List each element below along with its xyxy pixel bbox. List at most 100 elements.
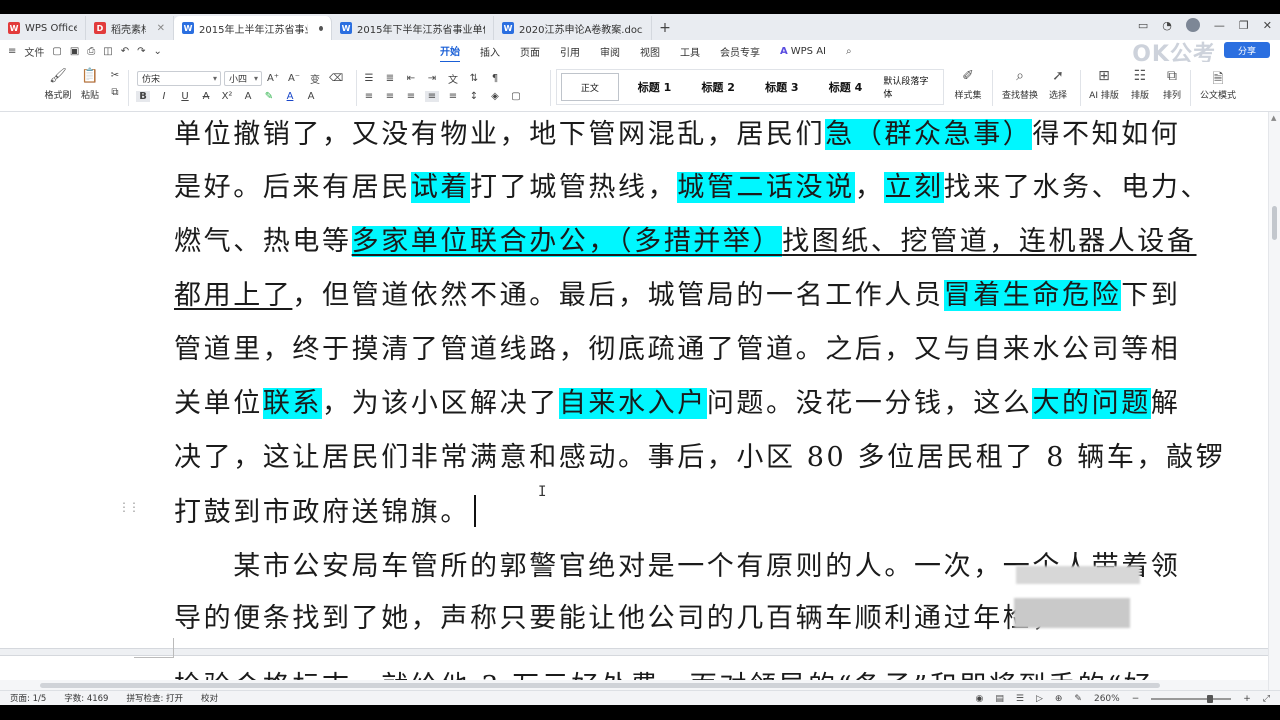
superscript-icon[interactable]: X² [220,91,234,102]
paragraph-drag-handle[interactable]: ⋮⋮ [118,500,140,514]
ribbon-tab[interactable]: 会员专享 [720,41,760,62]
ribbon-tab[interactable]: 工具 [680,41,700,62]
highlight-icon[interactable]: ✎ [262,91,276,102]
ribbon-tab[interactable]: 视图 [640,41,660,62]
strikethrough-icon[interactable]: A [199,91,213,102]
undo-icon[interactable]: ↶ [121,46,129,57]
zoom-value[interactable]: 260% [1094,694,1120,704]
align-center-icon[interactable]: ≡ [383,91,397,102]
maximize-icon[interactable]: ❐ [1239,19,1249,32]
find-replace-button[interactable]: ⌕ 查找替换 [1000,68,1040,101]
redo-icon[interactable]: ↷ [137,46,145,57]
search-icon[interactable]: ⌕ [846,46,852,57]
sort-icon[interactable]: ⇅ [467,73,481,84]
bold-icon[interactable]: B [136,91,150,102]
shrink-font-icon[interactable]: A⁻ [287,73,301,84]
decrease-indent-icon[interactable]: ⇤ [404,73,418,84]
ribbon-tab[interactable]: 开始 [440,40,460,63]
share-button[interactable]: 分享 [1224,42,1270,58]
print-icon[interactable]: ⎙ [87,46,95,57]
ribbon-tab[interactable]: 引用 [560,41,580,62]
phonetic-icon[interactable]: 变 [308,71,322,86]
clear-format-icon[interactable]: ⌫ [329,73,343,84]
avatar[interactable] [1185,18,1200,32]
new-tab-icon[interactable]: + [652,16,678,40]
justify-icon[interactable]: ≡ [425,91,439,102]
paste-button[interactable]: 📋 粘贴 [72,68,108,101]
style-option[interactable]: 标题 2 [686,73,750,101]
customize-icon[interactable]: ⌄ [154,46,162,57]
horizontal-scrollbar[interactable] [0,680,1268,690]
wps-ai-tab[interactable]: A WPS AI [780,46,826,57]
font-name-select[interactable]: 仿宋 ▾ [137,71,221,86]
ribbon-tab[interactable]: 审阅 [600,41,620,62]
scroll-up-icon[interactable]: ▲ [1271,114,1276,122]
format-painter-button[interactable]: 🖌 格式刷 [40,68,76,101]
close-icon[interactable]: ✕ [1263,19,1272,32]
font-size-select[interactable]: 小四 ▾ [224,71,262,86]
web-view-icon[interactable]: ⊕ [1055,694,1063,704]
scroll-thumb[interactable] [40,683,1160,688]
cut-icon[interactable]: ✂ [108,70,122,81]
char-border-icon[interactable]: A [304,91,318,102]
bullets-icon[interactable]: ☰ [362,73,376,84]
select-button[interactable]: ➚ 选择 [1040,68,1076,101]
vertical-scrollbar[interactable]: ▲ [1268,112,1280,690]
align-left-icon[interactable]: ≡ [362,91,376,102]
distributed-icon[interactable]: ≡ [446,91,460,102]
zoom-slider[interactable] [1151,694,1232,703]
style-set-button[interactable]: ✐ 样式集 [950,68,986,101]
line-spacing-icon[interactable]: ↕ [467,91,481,102]
menu-icon[interactable]: ≡ [8,46,16,57]
pen-icon[interactable]: ✎ [1074,694,1082,704]
style-option[interactable]: 标题 1 [623,73,687,101]
increase-indent-icon[interactable]: ⇥ [425,73,439,84]
tab-document[interactable]: W WPS Office [0,16,86,40]
align-right-icon[interactable]: ≡ [404,91,418,102]
fit-page-icon[interactable]: ⤢ [1263,694,1270,704]
zoom-in-icon[interactable]: + [1243,694,1251,704]
minimize-icon[interactable]: — [1214,19,1225,32]
show-marks-icon[interactable]: ¶ [488,73,502,84]
arrange-button[interactable]: ⧉ 排列 [1154,68,1190,101]
word-count[interactable]: 字数: 4169 [64,692,108,704]
font-color-icon[interactable]: A [283,91,297,102]
ribbon-tab[interactable]: 页面 [520,41,540,62]
text-effect-icon[interactable]: A [241,91,255,102]
tab-document[interactable]: W 2015年下半年江苏省事业单位招聘考 [332,16,494,40]
tab-document[interactable]: W 2020江苏申论A卷教案.docx [494,16,652,40]
style-option[interactable]: 标题 4 [814,73,878,101]
underline-icon[interactable]: U [178,91,192,102]
preview-icon[interactable]: ◫ [103,46,112,57]
eye-protect-icon[interactable]: ◉ [976,694,984,704]
tablet-mode-icon[interactable]: ▭ [1138,19,1148,32]
copy-icon[interactable]: ⧉ [108,87,122,98]
style-option[interactable]: 标题 3 [750,73,814,101]
style-option[interactable]: 默认段落字体 [877,73,943,101]
spell-check-status[interactable]: 拼写检查: 打开 [126,692,183,704]
borders-icon[interactable]: ▢ [509,91,523,102]
ribbon-tab[interactable]: 插入 [480,41,500,62]
file-menu[interactable]: 文件 [24,44,44,59]
scroll-thumb[interactable] [1272,206,1277,240]
page-indicator[interactable]: 页面: 1/5 [10,692,46,704]
tab-document[interactable]: W 2015年上半年江苏省事业单位 [174,16,332,40]
shading-icon[interactable]: ◈ [488,91,502,102]
grow-font-icon[interactable]: A⁺ [266,73,280,84]
zoom-out-icon[interactable]: − [1132,694,1140,704]
tab-document[interactable]: D 稻壳素材 ✕ [86,16,174,40]
new-doc-icon[interactable]: ▢ [52,46,61,57]
document-canvas[interactable]: 单位撤销了，又没有物业，地下管网混乱，居民们急（群众急事）得不知如何 是好。后来有… [0,112,1268,690]
italic-icon[interactable]: I [157,91,171,102]
style-option[interactable]: 正文 [561,73,619,101]
chinese-layout-icon[interactable]: 文 [446,71,460,86]
layout-button[interactable]: ☷ 排版 [1122,68,1158,101]
proofread-button[interactable]: 校对 [201,692,218,704]
ai-layout-button[interactable]: ⊞ AI 排版 [1086,68,1122,101]
close-icon[interactable]: ✕ [157,23,165,34]
outline-view-icon[interactable]: ☰ [1016,694,1024,704]
page-view-icon[interactable]: ▤ [995,694,1004,704]
numbering-icon[interactable]: ≣ [383,73,397,84]
zoom-slider-knob[interactable] [1207,694,1214,703]
unsaved-dot-icon[interactable] [318,25,323,31]
